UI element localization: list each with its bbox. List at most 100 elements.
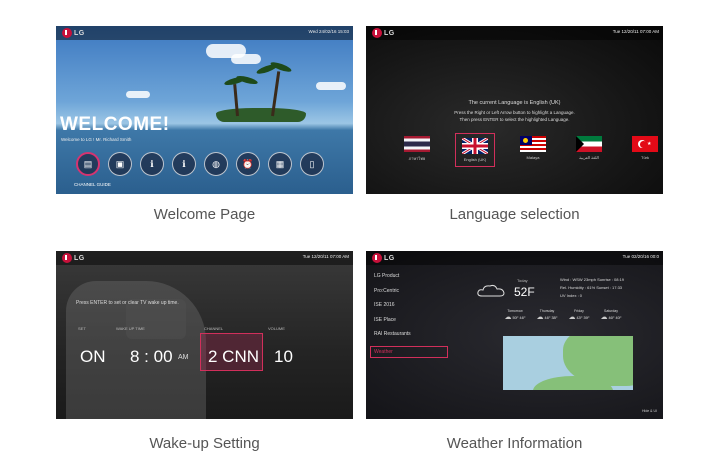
clock: Wed 24/02/16 15:03 (308, 29, 349, 34)
caption-language: Language selection (449, 206, 580, 223)
menu-item-rai-restaurants[interactable]: RAI Restaurants (372, 331, 448, 346)
label-channel: CHANNEL (204, 326, 224, 331)
wind-sunrise: Wind : WSW 23mph Sunrise : 08:19 (560, 277, 625, 282)
lg-logo-wordmark: LG (74, 254, 85, 262)
forecast-hi: 46F (608, 316, 615, 320)
forecast-hi: 44F (544, 316, 551, 320)
menu-item-weather[interactable]: Weather (370, 345, 448, 358)
menu-item-ise-place[interactable]: ISE Place (372, 317, 448, 332)
flag-malaya[interactable]: Malaya (518, 136, 548, 164)
phone-icon[interactable]: ▯ (300, 152, 324, 176)
caption-welcome: Welcome Page (153, 206, 256, 223)
caption-weather: Weather Information (446, 435, 583, 452)
palm-leaf (235, 74, 259, 86)
cloud-icon: ☁ (536, 314, 544, 321)
menu-item-procentric[interactable]: Pro:Centric (372, 288, 448, 303)
forecast-day-name: Saturday (603, 309, 618, 313)
active-icon-label: CHANNEL GUIDE (74, 182, 111, 187)
value-channel[interactable]: 2 CNN (208, 347, 259, 367)
weather-panel: LG Tue 02/20/16 00:0 LG Product Pro:Cent… (366, 251, 663, 419)
forecast-hi: 50F (512, 316, 519, 320)
forecast-day-name: Thursday (539, 309, 555, 313)
menu-icon-row: ▤ ▣ ℹ ℹ ◍ ⏰ ▦ ▯ (76, 152, 324, 176)
language-hint-1: Press the Right or Left Arrow button to … (454, 110, 575, 115)
today-label: Today (517, 278, 528, 283)
lg-logo: LG (372, 253, 395, 263)
cloud-icon: ☁ (600, 314, 608, 321)
flag-arabic[interactable]: اللغة العربية (574, 136, 604, 164)
lg-logo-icon (62, 253, 72, 263)
uv-index: UV Index : 0 (560, 293, 583, 298)
label-set: SET (78, 326, 86, 331)
forecast-day: Thursday ☁ 44F 38F (536, 309, 558, 321)
briefcase-icon[interactable]: ▣ (108, 152, 132, 176)
weather-map[interactable] (503, 336, 633, 390)
value-wakeup-time[interactable]: 8 : 00 (130, 347, 173, 367)
clock: Tue 02/20/16 00:0 (622, 254, 659, 259)
info-icon[interactable]: ℹ (172, 152, 196, 176)
lg-logo: LG (372, 28, 395, 38)
malaysia-flag-icon (520, 136, 546, 152)
forecast-lo: 38F (551, 316, 558, 320)
lg-logo-icon (372, 253, 382, 263)
clock: Tue 12/20/11 07:00 AM (302, 254, 349, 259)
flag-label: اللغة العربية (579, 155, 599, 160)
flag-label: ภาษาไทย (408, 156, 426, 161)
lg-logo: LG (62, 253, 85, 263)
lg-logo-wordmark: LG (384, 254, 395, 262)
lg-logo-wordmark: LG (384, 29, 395, 37)
humidity-sunset: Rel. Humidity : 61% Sunset : 17:33 (560, 285, 623, 290)
top-bar (366, 251, 663, 265)
label-wakeup-time: WAKE UP TIME (116, 326, 145, 331)
thai-flag-icon (404, 136, 430, 152)
welcome-title: WELCOME! (60, 114, 170, 135)
kuwait-flag-icon (576, 136, 602, 152)
forecast-day: Friday ☁ 42F 39F (568, 309, 590, 321)
caption-wakeup: Wake-up Setting (149, 435, 260, 452)
palm-leaf (269, 60, 293, 74)
wakeup-prompt: Press ENTER to set or clear TV wake up t… (76, 300, 179, 306)
lg-logo-icon (62, 28, 72, 38)
turkey-flag-icon: ★ (632, 136, 658, 152)
wakeup-panel: LG Tue 12/20/11 07:00 AM Press ENTER to … (56, 251, 353, 419)
forecast-day-name: Tomorrow (507, 309, 523, 313)
menu-item-lg-product[interactable]: LG Product (372, 273, 448, 288)
value-volume[interactable]: 10 (274, 347, 293, 367)
forecast-day: Saturday ☁ 46F 40F (600, 309, 622, 321)
lg-logo: LG (62, 28, 85, 38)
cloud-icon: ☁ (568, 314, 576, 321)
weather-footer[interactable]: Hide & UI (642, 409, 657, 413)
welcome-subtitle: Welcome to LG ! Mr. Richard Smith (61, 137, 132, 142)
flag-thai[interactable]: ภาษาไทย (402, 136, 432, 164)
language-flags: ภาษาไทย English (UK) Malaya اللغة العربي… (402, 133, 660, 167)
calendar-icon[interactable]: ▦ (268, 152, 292, 176)
flag-english-uk[interactable]: English (UK) (455, 133, 495, 167)
uk-flag-icon (462, 138, 488, 154)
cloud-shape (231, 54, 261, 64)
forecast-lo: 39F (583, 316, 590, 320)
flag-label: Türk (641, 155, 649, 160)
label-volume: VOLUME (268, 326, 285, 331)
lg-logo-wordmark: LG (74, 29, 85, 37)
globe-icon[interactable]: ◍ (204, 152, 228, 176)
menu-item-ise-2016[interactable]: ISE 2016 (372, 302, 448, 317)
forecast-row: Tomorrow ☁ 50F 44F Thursday ☁ 44F 38F Fr… (504, 309, 622, 321)
forecast-lo: 40F (615, 316, 622, 320)
current-language-text: The current Language is English (UK) (468, 100, 561, 106)
forecast-day-name: Friday (574, 309, 584, 313)
island-shape (216, 108, 306, 122)
forecast-hi: 42F (576, 316, 583, 320)
info-icon[interactable]: ℹ (140, 152, 164, 176)
cloudy-icon (477, 284, 505, 297)
flag-turkish[interactable]: ★ Türk (630, 136, 660, 164)
lg-logo-icon (372, 28, 382, 38)
value-am[interactable]: AM (178, 354, 189, 361)
alarm-clock-icon[interactable]: ⏰ (236, 152, 260, 176)
clock: Tue 12/20/11 07:00 AM (612, 29, 659, 34)
value-set[interactable]: ON (80, 347, 106, 367)
channel-guide-icon[interactable]: ▤ (76, 152, 100, 176)
cloud-icon: ☁ (504, 314, 512, 321)
language-hint-2: Then press ENTER to select the highlight… (459, 117, 570, 122)
welcome-panel: LG Wed 24/02/16 15:03 WELCOME! Welcome t… (56, 26, 353, 194)
language-panel: LG Tue 12/20/11 07:00 AM The current Lan… (366, 26, 663, 194)
